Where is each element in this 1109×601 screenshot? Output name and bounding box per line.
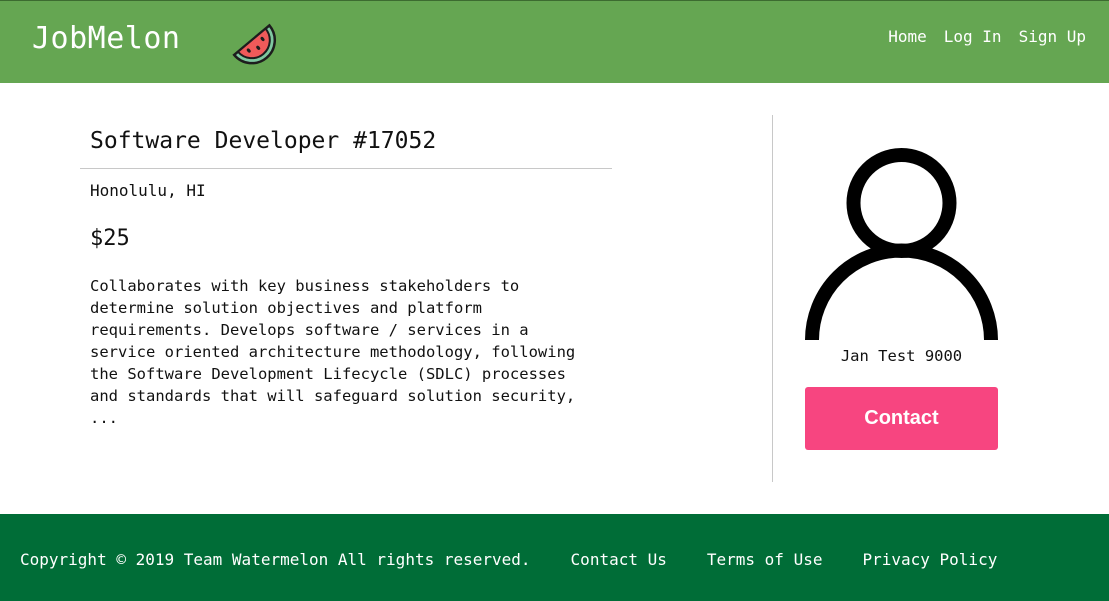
- user-avatar-icon: [805, 148, 998, 340]
- footer-contact-link[interactable]: Contact Us: [571, 550, 667, 569]
- footer-privacy-link[interactable]: Privacy Policy: [862, 550, 997, 569]
- site-header: JobMelon Home Log In Sign Up: [0, 0, 1109, 83]
- nav-login-link[interactable]: Log In: [944, 27, 1002, 46]
- nav-home-link[interactable]: Home: [888, 27, 927, 46]
- title-divider: [80, 168, 612, 169]
- footer-terms-link[interactable]: Terms of Use: [707, 550, 823, 569]
- main-nav: Home Log In Sign Up: [888, 27, 1086, 46]
- job-title: Software Developer #17052: [90, 128, 437, 154]
- watermelon-slice-icon[interactable]: [228, 17, 282, 71]
- contact-button[interactable]: Contact: [805, 387, 998, 450]
- nav-signup-link[interactable]: Sign Up: [1019, 27, 1086, 46]
- job-location: Honolulu, HI: [90, 181, 206, 200]
- column-divider: [772, 115, 773, 482]
- copyright-text: Copyright © 2019 Team Watermelon All rig…: [20, 550, 531, 569]
- site-footer: Copyright © 2019 Team Watermelon All rig…: [0, 514, 1109, 601]
- poster-name: Jan Test 9000: [840, 347, 963, 365]
- job-description: Collaborates with key business stakehold…: [90, 277, 576, 427]
- brand-name[interactable]: JobMelon: [32, 21, 181, 56]
- job-pay: $25: [90, 226, 130, 251]
